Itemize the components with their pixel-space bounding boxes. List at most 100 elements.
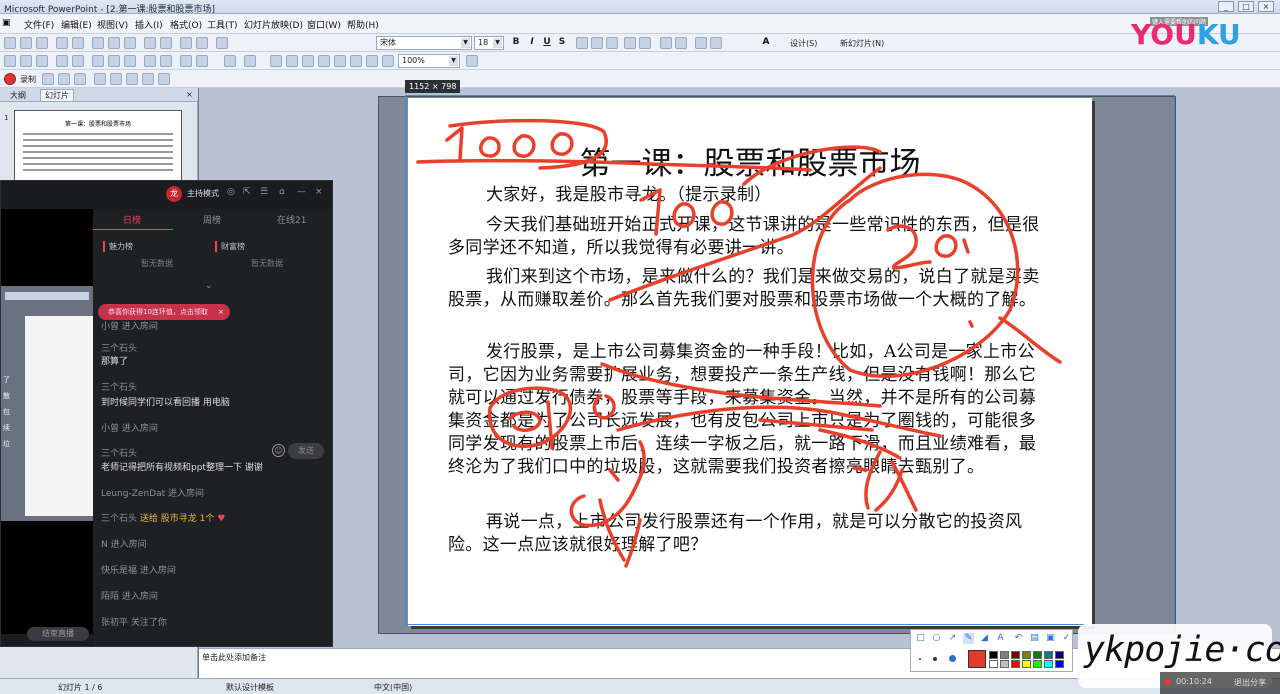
color-swatch[interactable] (1000, 651, 1009, 659)
tool-icon[interactable] (366, 55, 378, 67)
tab-weekly[interactable]: 周榜 (203, 213, 221, 226)
close-pane-icon[interactable]: × (186, 90, 193, 99)
color-swatch[interactable] (989, 651, 998, 659)
new-icon[interactable] (4, 37, 16, 49)
menu-icon[interactable]: ☰ (260, 187, 268, 197)
underline-button[interactable]: U (541, 37, 553, 47)
close-icon[interactable]: × (1258, 1, 1274, 12)
cut-icon[interactable] (92, 37, 104, 49)
new-slide-button[interactable]: 新幻灯片(N) (840, 38, 884, 49)
zoom-icon[interactable] (216, 37, 228, 49)
wealth-rank-title[interactable]: 财富榜 (215, 241, 245, 252)
pen-icon[interactable]: ✎ (963, 633, 974, 644)
menu-file[interactable]: 文件(F) (24, 18, 54, 31)
color-swatch[interactable] (1022, 660, 1031, 668)
tool-icon[interactable] (382, 55, 394, 67)
chart-icon[interactable] (196, 37, 208, 49)
menu-help[interactable]: 帮助(H) (347, 18, 379, 31)
undo-icon[interactable]: ↶ (1013, 633, 1024, 644)
color-swatch[interactable] (989, 660, 998, 668)
font-name-select[interactable]: 宋体 ▼ (376, 36, 472, 50)
ellipse-icon[interactable]: ○ (931, 633, 942, 644)
chevron-down-icon[interactable]: ⌄ (205, 281, 213, 291)
screen-capture-frame[interactable] (405, 95, 1175, 625)
redo-icon[interactable] (160, 37, 172, 49)
tool-icon[interactable] (318, 55, 330, 67)
tool-icon[interactable] (56, 55, 68, 67)
emoji-icon[interactable]: ☺ (272, 444, 285, 457)
rectangle-icon[interactable]: □ (915, 633, 926, 644)
color-swatch[interactable] (1033, 660, 1042, 668)
increase-font-icon[interactable] (660, 37, 672, 49)
color-swatch[interactable] (1011, 651, 1020, 659)
maximize-icon[interactable]: □ (1238, 1, 1254, 12)
color-swatch[interactable] (1055, 660, 1064, 668)
send-button[interactable]: 发送 (288, 443, 324, 459)
popout-icon[interactable]: ⇱ (243, 187, 251, 197)
color-swatch[interactable] (1011, 660, 1020, 668)
minimize-icon[interactable]: — (297, 187, 306, 197)
undo-icon[interactable] (224, 55, 236, 67)
redo-icon[interactable] (244, 55, 256, 67)
tool-icon[interactable] (270, 55, 282, 67)
done-icon[interactable]: ✓ (1061, 633, 1072, 644)
paste-icon[interactable] (124, 37, 136, 49)
align-center-icon[interactable] (591, 37, 603, 49)
tool-icon[interactable] (36, 55, 48, 67)
preview-icon[interactable] (72, 37, 84, 49)
charm-rank-title[interactable]: 魅力榜 (103, 241, 133, 252)
close-icon[interactable]: × (315, 187, 323, 197)
tool-icon[interactable] (158, 73, 170, 85)
size-large-icon[interactable] (949, 655, 956, 662)
tool-icon[interactable] (126, 73, 138, 85)
menu-window[interactable]: 窗口(W) (307, 18, 341, 31)
color-swatch[interactable] (1000, 660, 1009, 668)
copy-icon[interactable] (108, 37, 120, 49)
pin-icon[interactable]: ⌂ (279, 187, 285, 197)
eraser-icon[interactable]: ▤ (1029, 633, 1040, 644)
design-button[interactable]: 设计(S) (790, 38, 817, 49)
size-small-icon[interactable] (919, 658, 921, 660)
end-live-button[interactable]: 结束直播 (27, 627, 89, 641)
save-icon[interactable]: ▣ (1045, 633, 1056, 644)
current-color[interactable] (968, 650, 986, 668)
text-icon[interactable]: A (995, 633, 1006, 644)
help-icon[interactable] (466, 55, 478, 67)
tool-icon[interactable] (302, 55, 314, 67)
align-right-icon[interactable] (606, 37, 618, 49)
print-icon[interactable] (56, 37, 68, 49)
tool-icon[interactable] (124, 55, 136, 67)
tool-icon[interactable] (160, 55, 172, 67)
exit-share-button[interactable]: 退出分享 (1234, 677, 1266, 688)
menu-slideshow[interactable]: 幻灯片放映(D) (244, 18, 303, 31)
save-icon[interactable] (36, 37, 48, 49)
table-icon[interactable] (180, 37, 192, 49)
undo-icon[interactable] (144, 37, 156, 49)
close-icon[interactable]: × (218, 304, 224, 320)
tool-icon[interactable] (72, 55, 84, 67)
record-button[interactable]: 录制 (20, 74, 36, 85)
open-icon[interactable] (20, 37, 32, 49)
tool-icon[interactable] (92, 55, 104, 67)
bold-button[interactable]: B (510, 37, 522, 47)
increase-indent-icon[interactable] (710, 37, 722, 49)
tool-icon[interactable] (74, 73, 86, 85)
tool-icon[interactable] (196, 55, 208, 67)
italic-button[interactable]: I (526, 37, 538, 47)
tool-icon[interactable] (110, 73, 122, 85)
font-color-button[interactable]: A (760, 37, 772, 47)
host-avatar[interactable]: 龙 (166, 186, 182, 202)
decrease-indent-icon[interactable] (695, 37, 707, 49)
bullets-icon[interactable] (639, 37, 651, 49)
reward-toast[interactable]: 恭喜你获得10连环值，点击领取 × (98, 304, 230, 320)
arrow-icon[interactable]: ↗ (947, 633, 958, 644)
tool-icon[interactable] (142, 73, 154, 85)
color-swatch[interactable] (1044, 651, 1053, 659)
tool-icon[interactable] (94, 73, 106, 85)
tool-icon[interactable] (108, 55, 120, 67)
color-swatch[interactable] (1033, 651, 1042, 659)
shadow-button[interactable]: S (556, 37, 568, 47)
zoom-select[interactable]: 100% ▼ (398, 54, 460, 68)
settings-icon[interactable]: ◎ (227, 187, 235, 197)
ppt-app-icon[interactable]: ▣ (2, 18, 11, 28)
